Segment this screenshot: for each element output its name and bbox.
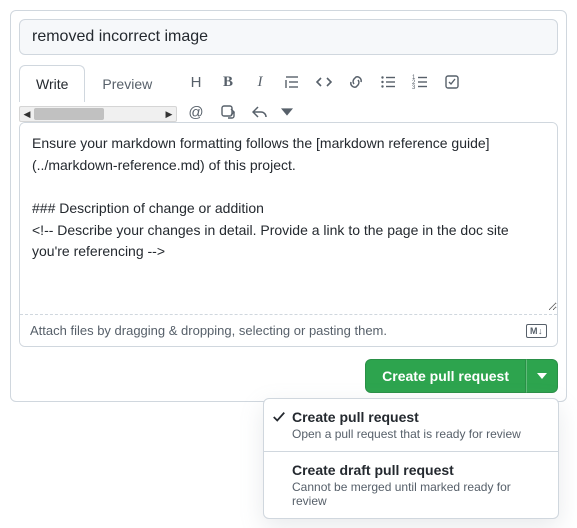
code-icon[interactable] [313, 71, 335, 93]
svg-text:3: 3 [412, 85, 416, 90]
bold-icon[interactable]: B [217, 71, 239, 93]
task-list-icon[interactable] [441, 71, 463, 93]
check-placeholder [272, 462, 292, 508]
dropdown-option-create-pr[interactable]: Create pull request Open a pull request … [264, 399, 558, 451]
editor-header: Write Preview ◀ ▶ H B I [19, 65, 558, 123]
scroll-thumb[interactable] [34, 108, 104, 120]
scroll-left-arrow-icon[interactable]: ◀ [20, 109, 34, 120]
create-pull-request-button[interactable]: Create pull request [365, 359, 526, 393]
quote-icon[interactable] [281, 71, 303, 93]
submit-button-group: Create pull request [365, 359, 558, 393]
italic-icon[interactable]: I [249, 71, 271, 93]
mention-icon[interactable]: @ [185, 101, 207, 123]
dropdown-option-desc: Cannot be merged until marked ready for … [292, 480, 548, 508]
markdown-badge-icon[interactable]: M↓ [526, 324, 547, 338]
attach-hint-text: Attach files by dragging & dropping, sel… [30, 323, 387, 338]
ordered-list-icon[interactable]: 123 [409, 71, 431, 93]
pr-title-input[interactable] [19, 19, 558, 55]
caret-down-icon[interactable] [281, 101, 293, 123]
form-actions: Create pull request [19, 359, 558, 393]
submit-dropdown-toggle[interactable] [526, 359, 558, 393]
comment-box: Attach files by dragging & dropping, sel… [19, 122, 558, 347]
tabs-scrollbar[interactable]: ◀ ▶ [19, 106, 177, 122]
scroll-right-arrow-icon[interactable]: ▶ [162, 109, 176, 120]
submit-dropdown: Create pull request Open a pull request … [263, 398, 559, 519]
check-icon [272, 409, 292, 441]
tab-preview[interactable]: Preview [85, 65, 169, 102]
reply-icon[interactable] [249, 101, 271, 123]
link-icon[interactable] [345, 71, 367, 93]
tab-write[interactable]: Write [19, 65, 85, 102]
formatting-toolbar: H B I 123 @ [185, 65, 558, 123]
heading-icon[interactable]: H [185, 71, 207, 93]
dropdown-option-title: Create pull request [292, 409, 548, 425]
pr-form: Write Preview ◀ ▶ H B I [10, 10, 567, 402]
comment-textarea[interactable] [20, 123, 557, 311]
dropdown-option-draft-pr[interactable]: Create draft pull request Cannot be merg… [264, 451, 558, 518]
scroll-track[interactable] [34, 107, 162, 121]
attach-hint-row[interactable]: Attach files by dragging & dropping, sel… [20, 314, 557, 346]
cross-reference-icon[interactable] [217, 101, 239, 123]
dropdown-option-desc: Open a pull request that is ready for re… [292, 427, 548, 441]
dropdown-option-title: Create draft pull request [292, 462, 548, 478]
editor-tabs: Write Preview [19, 65, 177, 102]
unordered-list-icon[interactable] [377, 71, 399, 93]
